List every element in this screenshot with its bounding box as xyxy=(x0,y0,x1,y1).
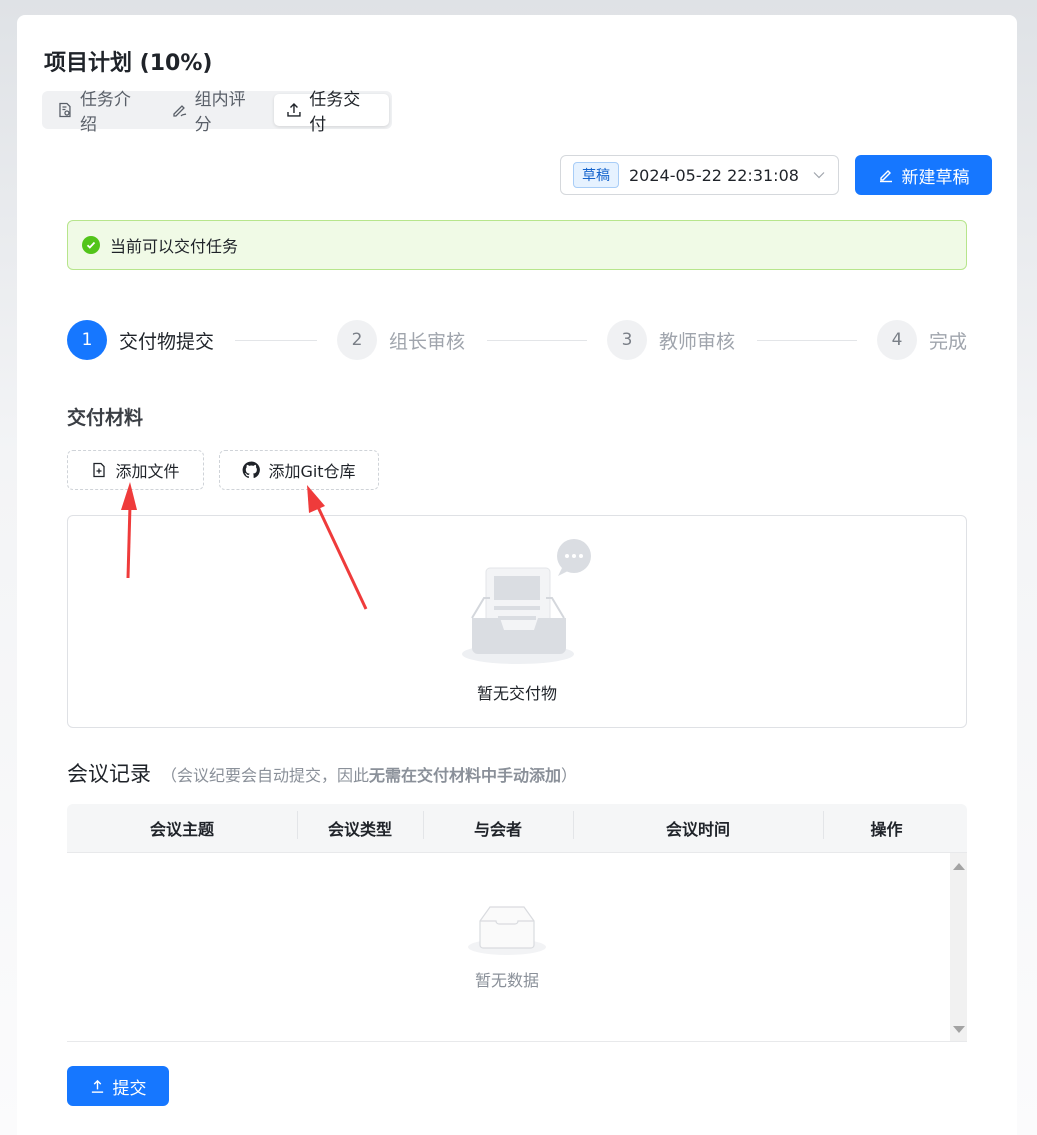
tab-label: 任务介绍 xyxy=(79,90,131,135)
column-header[interactable]: 会议时间 xyxy=(573,811,823,840)
tab-task-delivery[interactable]: 任务交付 xyxy=(274,90,390,135)
alert-text: 当前可以交付任务 xyxy=(110,237,239,256)
file-add-icon xyxy=(93,462,106,478)
tab-task-intro[interactable]: 任务介绍 xyxy=(45,90,160,135)
column-header[interactable]: 会议类型 xyxy=(297,811,423,840)
edit-icon xyxy=(879,170,892,183)
meeting-records-header: 会议记录 （会议纪要会自动提交，因此无需在交付材料中手动添加） xyxy=(67,758,577,788)
upload-icon xyxy=(287,103,301,117)
step-number: 3 xyxy=(607,320,647,360)
github-icon xyxy=(243,461,261,479)
step-label: 教师审核 xyxy=(659,330,736,353)
tab-group-score[interactable]: 组内评分 xyxy=(160,90,275,135)
meeting-records-note: （会议纪要会自动提交，因此无需在交付材料中手动添加） xyxy=(161,766,578,785)
content-card: 项目计划 (10%) 任务介绍 组内评分 任务交付 草稿 2024-05-22 … xyxy=(17,15,1017,1135)
submit-button[interactable]: 提交 xyxy=(67,1066,169,1106)
page-title: 项目计划 (10%) xyxy=(44,51,213,76)
version-value: 2024-05-22 22:31:08 xyxy=(629,165,799,185)
version-select[interactable]: 草稿 2024-05-22 22:31:08 xyxy=(560,155,839,195)
add-git-repo-button[interactable]: 添加Git仓库 xyxy=(219,450,379,490)
progress-steps: 1 交付物提交 2 组长审核 3 教师审核 4 完成 xyxy=(67,320,967,360)
add-file-label: 添加文件 xyxy=(115,462,180,481)
tab-label: 组内评分 xyxy=(194,90,246,135)
step-complete: 4 完成 xyxy=(877,320,967,360)
meeting-records-title: 会议记录 xyxy=(67,762,151,786)
new-draft-label: 新建草稿 xyxy=(901,167,970,188)
upload-icon xyxy=(91,1079,103,1093)
empty-table-text: 暂无数据 xyxy=(474,971,539,990)
table-scrollbar[interactable] xyxy=(950,853,967,1041)
scroll-up-arrow-icon[interactable] xyxy=(953,863,965,870)
table-header: 会议主题 会议类型 与会者 会议时间 操作 xyxy=(67,804,967,853)
tab-label: 任务交付 xyxy=(309,90,361,135)
deliverables-empty-box: 暂无交付物 xyxy=(67,515,967,728)
empty-box-icon xyxy=(468,906,546,955)
step-teacher-review: 3 教师审核 xyxy=(607,320,735,360)
step-label: 完成 xyxy=(928,330,967,353)
document-icon xyxy=(59,102,71,118)
step-number: 4 xyxy=(877,320,917,360)
tab-bar: 任务介绍 组内评分 任务交付 xyxy=(42,90,392,135)
add-git-label: 添加Git仓库 xyxy=(268,462,356,481)
column-header[interactable]: 操作 xyxy=(823,811,950,840)
deliverables-title: 交付材料 xyxy=(67,407,144,429)
step-leader-review: 2 组长审核 xyxy=(337,320,465,360)
step-connector xyxy=(235,340,317,341)
empty-inbox-illustration xyxy=(462,539,591,664)
column-header[interactable]: 会议主题 xyxy=(67,816,297,840)
empty-deliverables-text: 暂无交付物 xyxy=(476,684,557,703)
step-number: 2 xyxy=(337,320,377,360)
step-connector xyxy=(757,340,857,341)
pen-icon xyxy=(173,105,186,117)
meeting-table: 会议主题 会议类型 与会者 会议时间 操作 暂无数据 xyxy=(67,804,967,1042)
step-label: 交付物提交 xyxy=(119,330,215,353)
step-number: 1 xyxy=(67,320,107,360)
step-connector xyxy=(487,340,587,341)
scroll-down-arrow-icon[interactable] xyxy=(953,1026,965,1033)
chevron-down-icon xyxy=(813,172,825,179)
table-body: 暂无数据 xyxy=(67,853,967,1042)
column-header[interactable]: 与会者 xyxy=(423,811,573,840)
step-label: 组长审核 xyxy=(389,330,466,353)
draft-badge: 草稿 xyxy=(573,162,619,188)
step-deliverable-submit: 1 交付物提交 xyxy=(67,320,214,360)
submit-label: 提交 xyxy=(112,1078,147,1099)
check-circle-icon xyxy=(82,236,100,254)
add-file-button[interactable]: 添加文件 xyxy=(67,450,204,490)
status-alert: 当前可以交付任务 xyxy=(67,220,967,270)
new-draft-button[interactable]: 新建草稿 xyxy=(855,155,992,195)
